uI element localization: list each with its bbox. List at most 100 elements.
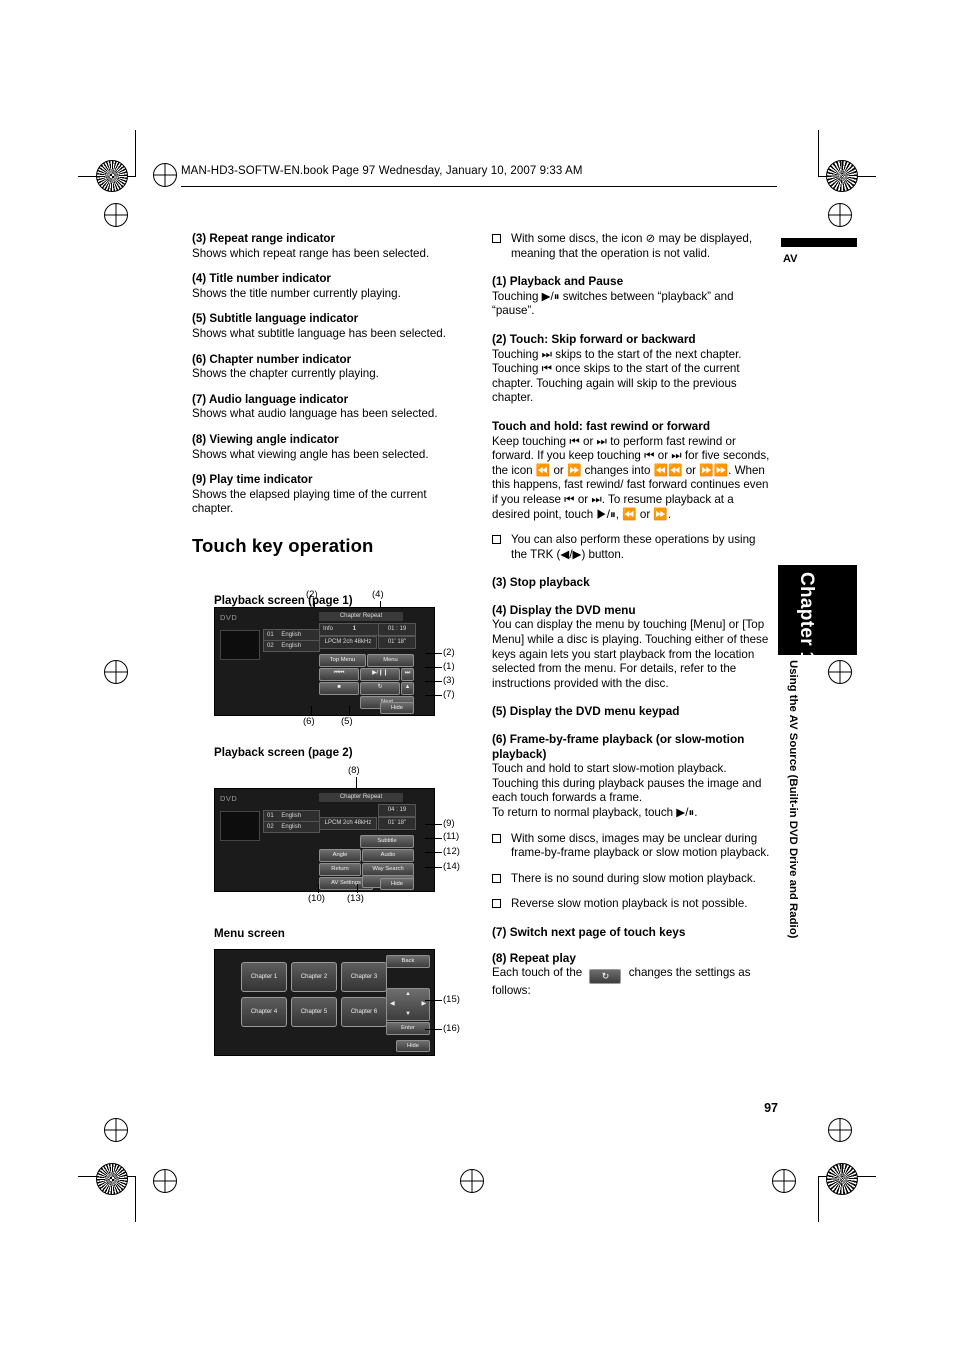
figure1-key-prev[interactable]: ⏮⏮ xyxy=(319,668,359,681)
registration-starburst-bottom-left xyxy=(96,1163,128,1195)
heading-skip-forward-backward: (2) Touch: Skip forward or backward xyxy=(492,331,696,346)
figure3-callout-right-15: (15) xyxy=(443,994,460,1005)
body-repeat-play: Each touch of the ↻ changes the settings… xyxy=(492,966,770,999)
body-frame-by-frame: Touch and hold to start slow-motion play… xyxy=(492,762,762,805)
figure2-leader-top-8 xyxy=(356,777,357,788)
figure3-chapter-6[interactable]: Chapter 6 xyxy=(341,997,387,1027)
figure2-row-2-lang: English xyxy=(281,824,302,830)
figure2-callout-bottom-13: (13) xyxy=(347,893,364,904)
body-4: Shows the title number currently playing… xyxy=(192,286,401,300)
figure3-key-back[interactable]: Back xyxy=(386,955,430,968)
figure2-status-bar: Chapter Repeat xyxy=(319,793,403,802)
figure1-info-label: Info xyxy=(323,626,334,632)
body-5: Shows what subtitle language has been se… xyxy=(192,326,446,340)
figure3-chapter-6-label: Chapter 6 xyxy=(350,1008,378,1015)
note-no-reverse-slow: Reverse slow motion playback is not poss… xyxy=(492,897,770,912)
heading-9: (9) Play time indicator xyxy=(192,473,313,487)
repeat-key-icon: ↻ xyxy=(589,969,622,985)
left-column: (3) Repeat range indicator Shows which r… xyxy=(192,232,460,563)
figure1-key-eject[interactable]: ▲ xyxy=(401,682,414,695)
figure2-screen: DVD Chapter Repeat 04 : 19 01 English 02… xyxy=(214,788,435,892)
figure1-callout-right-7: (7) xyxy=(443,689,455,700)
figure3-chapter-1[interactable]: Chapter 1 xyxy=(241,962,287,992)
figure1-callout-right-3: (3) xyxy=(443,675,455,686)
note-unclear-images: With some discs, images may be unclear d… xyxy=(492,832,770,861)
figure1-callout-bottom-5: (5) xyxy=(341,716,353,727)
body-repeat-play-pre: Each touch of the xyxy=(492,966,583,980)
crop-mark-top-right-v xyxy=(818,130,819,176)
heading-3: (3) Repeat range indicator xyxy=(192,232,336,245)
figure2-callout-right-9: (9) xyxy=(443,818,455,829)
note-no-sound-text: There is no sound during slow motion pla… xyxy=(511,871,756,885)
figure3-key-hide[interactable]: Hide xyxy=(396,1040,430,1052)
registration-mark-top-left xyxy=(153,163,177,187)
figure3-dpad-up[interactable]: ▲ xyxy=(387,989,429,999)
figure1-callout-top-2: (2) xyxy=(306,589,318,600)
figure1-row-2-lang: English xyxy=(281,643,302,649)
figure3-label: Menu screen xyxy=(214,927,285,940)
figure3-chapter-5[interactable]: Chapter 5 xyxy=(291,997,337,1027)
figure2-leader-bottom-10 xyxy=(318,884,319,893)
figure1-key-top-menu[interactable]: Top Menu xyxy=(319,654,366,667)
figure2-callout-right-12: (12) xyxy=(443,846,460,857)
figure2-key-subtitle[interactable]: Subtitle xyxy=(360,835,414,848)
heading-switch-next-page: (7) Switch next page of touch keys xyxy=(492,924,686,939)
figure2-row-1-lang: English xyxy=(281,813,302,819)
figure2-key-return[interactable]: Return xyxy=(319,863,361,876)
right-column: With some discs, the icon ⊘ may be displ… xyxy=(492,232,770,999)
note-bullet-icon-3 xyxy=(492,833,501,843)
note-bullet-icon xyxy=(492,234,501,243)
figure2-callout-bottom-10: (10) xyxy=(308,893,325,904)
heading-7: (7) Audio language indicator xyxy=(192,392,349,406)
figure3-leader-right-15 xyxy=(425,1000,442,1001)
heading-frame-by-frame: (6) Frame-by-frame playback (or slow-mot… xyxy=(492,732,745,761)
figure3-key-enter[interactable]: Enter xyxy=(386,1022,430,1035)
figure1-key-hide[interactable]: Hide xyxy=(380,702,414,714)
body-8: Shows what viewing angle has been select… xyxy=(192,447,429,461)
figure2-key-hide[interactable]: Hide xyxy=(380,878,414,890)
figure1-key-stop[interactable]: ■ xyxy=(319,682,359,695)
figure2-disc-label: DVD xyxy=(220,794,238,803)
figure3-chapter-2[interactable]: Chapter 2 xyxy=(291,962,337,992)
figure2-row-2: 02 English xyxy=(263,821,320,833)
note-unclear-images-text: With some discs, images may be unclear d… xyxy=(511,831,770,860)
figure2-key-angle[interactable]: Angle xyxy=(319,849,361,862)
figure3-chapter-3[interactable]: Chapter 3 xyxy=(341,962,387,992)
figure3-callout-right-16: (16) xyxy=(443,1023,460,1034)
note-invalid-operation-text: With some discs, the icon ⊘ may be displ… xyxy=(511,232,753,260)
figure2-time-box: 04 : 19 xyxy=(378,804,416,817)
body-display-dvd-menu: You can display the menu by touching [Me… xyxy=(492,618,769,690)
figure3-dpad-left[interactable]: ◀ xyxy=(390,999,394,1009)
figure3-dpad-cluster[interactable]: ▲ ◀ ▶ ▼ xyxy=(386,988,430,1021)
registration-mark-bottom-center xyxy=(460,1169,484,1193)
figure3-dpad-down[interactable]: ▼ xyxy=(387,1009,429,1019)
figure1-key-next-track[interactable]: ⏭ xyxy=(401,668,414,681)
figure1-key-repeat[interactable]: ↻ xyxy=(360,682,400,695)
figure1-callout-bottom-6: (6) xyxy=(303,716,315,727)
registration-mark-right-lower xyxy=(828,1118,852,1142)
registration-mark-left-upper xyxy=(104,203,128,227)
registration-mark-left-lower xyxy=(104,1118,128,1142)
body-frame-by-frame-2: To return to normal playback, touch ▶/⏸. xyxy=(492,806,698,819)
body-7: Shows what audio language has been selec… xyxy=(192,407,438,421)
body-playback-and-pause: Touching ▶/⏸ switches between “playback”… xyxy=(492,289,734,318)
figure2-angle-value: 01' 18" xyxy=(378,817,416,830)
figure1-leader-right-7 xyxy=(425,695,442,696)
figure2-leader-bottom-13 xyxy=(357,884,358,893)
figure1-row-1-num: 01 xyxy=(267,632,274,638)
figure2-row-2-num: 02 xyxy=(267,824,274,830)
figure2-key-audio[interactable]: Audio xyxy=(362,849,414,862)
registration-mark-right-mid xyxy=(828,660,852,684)
figure1-label: Playback screen (page 1) xyxy=(214,594,353,607)
figure1-audio-format: LPCM 2ch 48kHz xyxy=(319,636,377,649)
figure1-info-value: 1 xyxy=(352,626,357,632)
figure1-key-play-pause[interactable]: ▶/❙❙ xyxy=(360,668,400,681)
figure1-leader-bottom-5 xyxy=(349,706,350,716)
figure3-chapter-4[interactable]: Chapter 4 xyxy=(241,997,287,1027)
note-invalid-operation: With some discs, the icon ⊘ may be displ… xyxy=(492,232,770,261)
figure1-leader-right-2 xyxy=(425,653,442,654)
figure2-leader-right-14 xyxy=(425,867,442,868)
crop-mark-top-left-v xyxy=(135,130,136,176)
figure1-status-bar: Chapter Repeat xyxy=(319,612,403,621)
figure1-key-menu[interactable]: Menu xyxy=(367,654,414,667)
